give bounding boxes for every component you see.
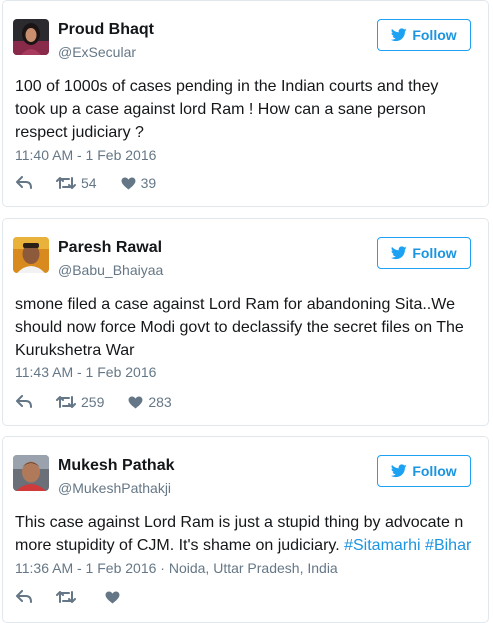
display-name[interactable]: Proud Bhaqt	[58, 21, 154, 39]
follow-label: Follow	[412, 245, 457, 261]
like-button[interactable]: 283	[128, 394, 172, 410]
tweet-text: smone filed a case against Lord Ram for …	[15, 293, 480, 362]
tweet-actions: 54 39	[16, 175, 180, 191]
reply-button[interactable]	[16, 176, 32, 190]
user-handle[interactable]: @Babu_Bhaiyaa	[58, 262, 163, 278]
twitter-bird-icon	[391, 28, 408, 42]
tweet-timestamp[interactable]: 11:40 AM - 1 Feb 2016	[15, 147, 156, 163]
tweet-text-line: respect judiciary ?	[15, 124, 144, 141]
user-handle[interactable]: @MukeshPathakji	[58, 480, 171, 496]
tweet-text-line: more stupidity of CJM. It's shame on jud…	[15, 534, 480, 557]
retweet-icon	[56, 396, 76, 408]
tweet-text-line: smone filed a case against Lord Ram for …	[15, 296, 455, 313]
hashtag-link[interactable]: #Bihar	[425, 537, 471, 554]
follow-button[interactable]: Follow	[377, 19, 471, 51]
avatar[interactable]	[13, 455, 49, 491]
retweet-button[interactable]: 259	[56, 394, 104, 410]
tweet-text-line: took up a case against lord Ram ! How ca…	[15, 101, 426, 118]
follow-label: Follow	[412, 27, 457, 43]
tweet-text-line: This case against Lord Ram is just a stu…	[15, 514, 464, 531]
tweet-card: Proud Bhaqt @ExSecular Follow 100 of 100…	[2, 0, 489, 207]
like-count: 283	[148, 394, 172, 410]
retweet-count: 259	[81, 394, 105, 410]
follow-button[interactable]: Follow	[377, 455, 471, 487]
tweet-location[interactable]: Noida, Uttar Pradesh, India	[169, 560, 338, 576]
retweet-button[interactable]: 54	[56, 175, 97, 191]
reply-button[interactable]	[16, 395, 32, 409]
tweet-text: 100 of 1000s of cases pending in the Ind…	[15, 75, 480, 144]
avatar[interactable]	[13, 237, 49, 273]
retweet-icon	[56, 177, 76, 189]
like-button[interactable]	[105, 590, 125, 604]
retweet-count: 54	[81, 175, 97, 191]
twitter-bird-icon	[391, 246, 408, 260]
tweet-text-line: Kurukshetra War	[15, 342, 135, 359]
avatar[interactable]	[13, 19, 49, 55]
like-count: 39	[140, 175, 157, 191]
reply-arrow-icon	[16, 395, 32, 408]
display-name[interactable]: Mukesh Pathak	[58, 457, 174, 475]
reply-button[interactable]	[16, 590, 32, 604]
heart-icon	[105, 590, 120, 604]
twitter-bird-icon	[391, 464, 408, 478]
tweet-card: Mukesh Pathak @MukeshPathakji Follow Thi…	[2, 436, 489, 623]
hashtag-link[interactable]: #Sitamarhi	[344, 537, 420, 554]
reply-arrow-icon	[16, 176, 32, 189]
meta-separator: ·	[156, 560, 169, 576]
follow-button[interactable]: Follow	[377, 237, 471, 269]
tweet-text-fragment: more stupidity of CJM. It's shame on jud…	[15, 537, 340, 554]
user-handle[interactable]: @ExSecular	[58, 44, 136, 60]
tweet-actions	[16, 590, 149, 604]
tweet-timestamp[interactable]: 11:43 AM - 1 Feb 2016	[15, 364, 156, 380]
reply-arrow-icon	[16, 590, 32, 603]
tweet-actions: 259 283	[16, 394, 196, 410]
tweet-text-line: should now force Modi govt to declassify…	[15, 319, 464, 336]
heart-icon	[128, 395, 143, 409]
heart-icon	[121, 176, 136, 190]
like-button[interactable]: 39	[121, 175, 157, 191]
display-name[interactable]: Paresh Rawal	[58, 239, 162, 257]
tweet-text-line: 100 of 1000s of cases pending in the Ind…	[15, 78, 439, 95]
retweet-button[interactable]	[56, 590, 81, 604]
tweet-text: This case against Lord Ram is just a stu…	[15, 511, 480, 557]
tweet-meta: 11:36 AM - 1 Feb 2016 · Noida, Uttar Pra…	[15, 560, 338, 576]
tweet-timestamp[interactable]: 11:36 AM - 1 Feb 2016	[15, 560, 156, 576]
follow-label: Follow	[412, 463, 457, 479]
retweet-icon	[56, 591, 76, 603]
tweet-card: Paresh Rawal @Babu_Bhaiyaa Follow smone …	[2, 218, 489, 426]
